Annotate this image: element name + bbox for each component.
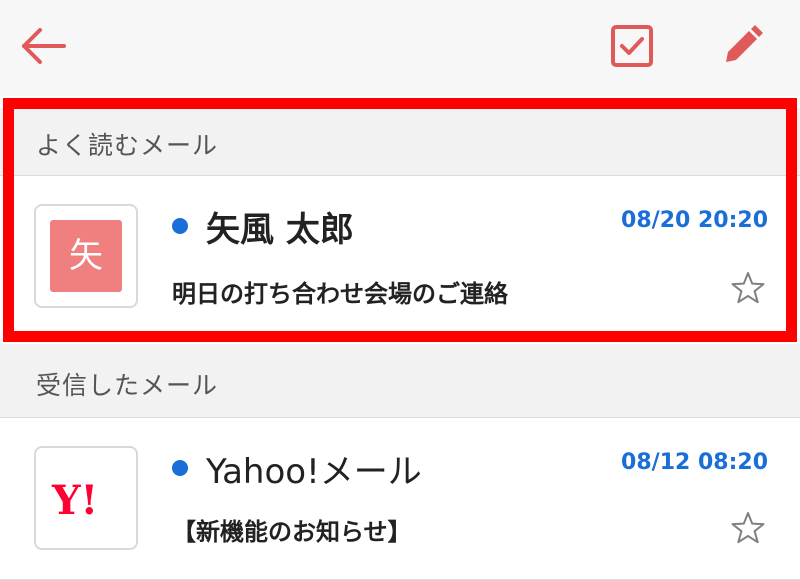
star-icon[interactable] — [730, 270, 766, 306]
pencil-icon[interactable] — [718, 22, 766, 70]
sender-name: Yahoo!メール — [206, 452, 422, 492]
mail-list-screen: よく読むメール 矢 矢風 太郎 08/20 20:20 明日の打ち合わせ会場のご… — [0, 0, 800, 580]
avatar: Y! — [34, 446, 138, 550]
mail-date: 08/12 08:20 — [621, 450, 768, 475]
mail-subject: 【新機能のお知らせ】 — [172, 518, 412, 546]
mail-list-item[interactable]: 矢 矢風 太郎 08/20 20:20 明日の打ち合わせ会場のご連絡 — [0, 176, 800, 334]
checkbox-icon[interactable] — [608, 22, 656, 70]
mail-list-item[interactable]: Y! Yahoo!メール 08/12 08:20 【新機能のお知らせ】 — [0, 418, 800, 580]
mail-date: 08/20 20:20 — [621, 208, 768, 233]
section-header-received: 受信したメール — [0, 344, 800, 418]
avatar-letter: 矢 — [50, 220, 122, 292]
section-label: よく読むメール — [36, 131, 219, 160]
mail-subject: 明日の打ち合わせ会場のご連絡 — [172, 280, 508, 308]
section-header-frequent: よく読むメール — [0, 108, 800, 176]
arrow-left-icon[interactable] — [20, 26, 68, 66]
star-icon[interactable] — [730, 510, 766, 546]
svg-text:Y!: Y! — [51, 477, 98, 524]
section-label: 受信したメール — [36, 371, 219, 400]
unread-dot-icon — [172, 218, 188, 234]
yahoo-logo-icon: Y! — [51, 477, 98, 524]
avatar: 矢 — [34, 204, 138, 308]
unread-dot-icon — [172, 460, 188, 476]
sender-name: 矢風 太郎 — [206, 210, 354, 250]
top-toolbar — [0, 0, 800, 96]
